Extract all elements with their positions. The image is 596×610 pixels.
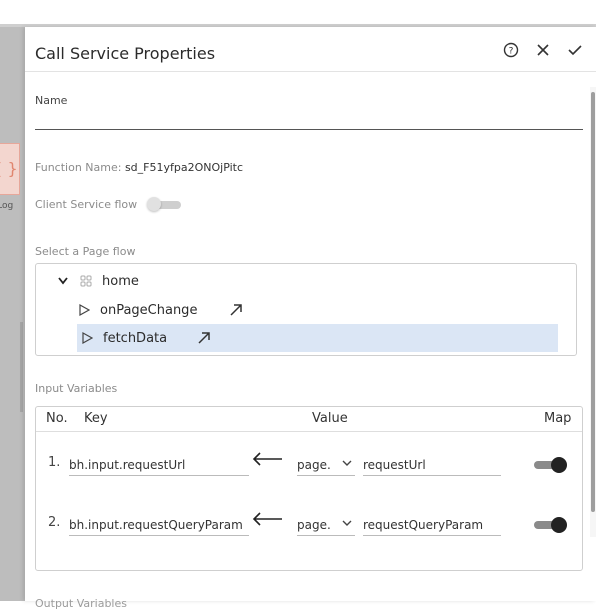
panel-resize-handle[interactable]: [20, 322, 23, 412]
key-input[interactable]: bh.input.requestUrl: [69, 455, 249, 476]
row-number: 2.: [48, 515, 61, 530]
input-variables-table: No. Key Value Map 1. bh.input.requestUrl…: [35, 406, 583, 571]
tree-item-label: fetchData: [103, 330, 168, 346]
source-select-value: page.: [297, 458, 331, 472]
help-icon[interactable]: ?: [502, 41, 520, 59]
function-name-label: Function Name:: [35, 161, 122, 174]
braces-icon: { }: [0, 159, 18, 178]
source-select-value: page.: [297, 518, 331, 532]
chevron-down-icon: [342, 455, 352, 475]
open-link-icon[interactable]: [197, 331, 211, 345]
scrollbar-thumb[interactable]: [591, 92, 595, 512]
tree-item-fetchdata[interactable]: fetchData: [77, 324, 558, 352]
page-flow-tree: home onPageChange fetchData: [35, 263, 577, 356]
flow-canvas[interactable]: { } fLog: [0, 27, 25, 601]
map-toggle[interactable]: [534, 457, 568, 473]
close-icon[interactable]: [534, 41, 552, 59]
client-service-flow-label: Client Service flow: [35, 198, 138, 211]
tree-item-onpagechange[interactable]: onPageChange: [78, 300, 243, 320]
key-input[interactable]: bh.input.requestQueryParam: [69, 515, 249, 536]
open-link-icon[interactable]: [229, 303, 243, 317]
column-value: Value: [312, 411, 348, 426]
function-name-row: Function Name: sd_F51yfpa2ONOjPitc: [35, 161, 243, 174]
chevron-down-icon: [342, 515, 352, 535]
map-toggle[interactable]: [534, 517, 568, 533]
name-input[interactable]: [35, 129, 583, 130]
check-icon[interactable]: [566, 41, 584, 59]
column-map: Map: [544, 411, 572, 426]
table-header: No. Key Value Map: [36, 407, 582, 432]
page-flow-label: Select a Page flow: [35, 245, 136, 258]
value-input[interactable]: requestUrl: [363, 455, 501, 476]
table-row: 1. bh.input.requestUrl page. requestUrl: [36, 449, 582, 479]
svg-text:?: ?: [509, 47, 514, 57]
name-label: Name: [35, 94, 68, 107]
arrow-left-icon: [252, 511, 284, 527]
canvas-node-label: fLog: [0, 201, 14, 211]
panel-header-actions: ?: [502, 41, 584, 59]
column-key: Key: [84, 411, 108, 426]
output-variables-label: Output Variables: [35, 597, 127, 610]
tree-item-home[interactable]: home: [56, 272, 139, 290]
function-name-value: sd_F51yfpa2ONOjPitc: [124, 161, 244, 174]
value-input[interactable]: requestQueryParam: [363, 515, 501, 536]
table-row: 2. bh.input.requestQueryParam page. requ…: [36, 509, 582, 539]
canvas-node[interactable]: { }: [0, 143, 20, 195]
play-outline-icon: [81, 331, 94, 345]
call-service-properties-panel: Call Service Properties ? Name Function …: [25, 27, 596, 610]
panel-title: Call Service Properties: [35, 44, 216, 63]
client-service-flow-toggle[interactable]: [147, 197, 181, 211]
source-select[interactable]: page.: [297, 455, 355, 476]
page-grid-icon: [80, 275, 92, 287]
play-outline-icon: [78, 303, 91, 317]
chevron-down-icon[interactable]: [56, 275, 70, 288]
header-divider: [25, 71, 596, 72]
source-select[interactable]: page.: [297, 515, 355, 536]
top-bar: [0, 0, 596, 24]
arrow-left-icon: [252, 451, 284, 467]
tree-item-label: home: [102, 273, 139, 289]
tree-item-label: onPageChange: [100, 302, 198, 318]
input-variables-label: Input Variables: [35, 382, 118, 395]
row-number: 1.: [48, 455, 61, 470]
column-no: No.: [46, 411, 68, 426]
